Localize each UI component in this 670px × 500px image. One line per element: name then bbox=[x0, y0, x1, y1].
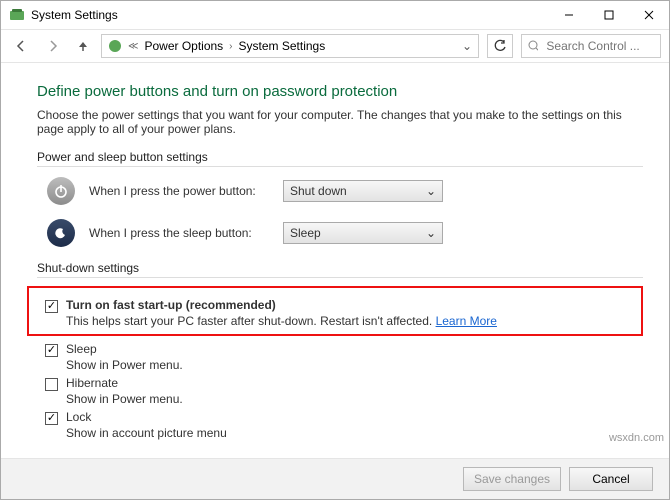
hibernate-option-row: Hibernate Show in Power menu. bbox=[45, 376, 643, 406]
lock-option-desc: Show in account picture menu bbox=[66, 426, 227, 440]
chevron-down-icon: ⌄ bbox=[426, 184, 436, 198]
forward-button[interactable] bbox=[41, 34, 65, 58]
breadcrumb-level2[interactable]: System Settings bbox=[239, 39, 326, 53]
sleep-button-row: When I press the sleep button: Sleep ⌄ bbox=[47, 219, 643, 247]
maximize-button[interactable] bbox=[589, 1, 629, 29]
control-panel-icon bbox=[9, 7, 25, 23]
fast-startup-highlight: Turn on fast start-up (recommended) This… bbox=[27, 286, 643, 336]
power-button-dropdown[interactable]: Shut down ⌄ bbox=[283, 180, 443, 202]
window-controls bbox=[549, 1, 669, 29]
footer: Save changes Cancel bbox=[1, 458, 669, 499]
sleep-checkbox[interactable] bbox=[45, 344, 58, 357]
page-description: Choose the power settings that you want … bbox=[37, 108, 643, 136]
breadcrumb-sep-icon: ≪ bbox=[128, 41, 138, 52]
lock-checkbox[interactable] bbox=[45, 412, 58, 425]
watermark: wsxdn.com bbox=[609, 432, 664, 444]
breadcrumb-bar[interactable]: ≪ Power Options › System Settings ⌄ bbox=[101, 34, 479, 58]
sleep-button-label: When I press the sleep button: bbox=[89, 226, 269, 240]
search-box[interactable] bbox=[521, 34, 661, 58]
hibernate-option-desc: Show in Power menu. bbox=[66, 392, 183, 406]
window: System Settings ≪ Power Options › System… bbox=[0, 0, 670, 500]
back-button[interactable] bbox=[9, 34, 33, 58]
minimize-button[interactable] bbox=[549, 1, 589, 29]
hibernate-option-title: Hibernate bbox=[66, 376, 183, 390]
search-input[interactable] bbox=[544, 38, 654, 54]
power-icon bbox=[47, 177, 75, 205]
chevron-down-icon[interactable]: ⌄ bbox=[462, 39, 472, 53]
page-heading: Define power buttons and turn on passwor… bbox=[37, 83, 643, 100]
save-changes-button[interactable]: Save changes bbox=[463, 467, 561, 491]
refresh-button[interactable] bbox=[487, 34, 513, 58]
learn-more-link[interactable]: Learn More bbox=[436, 314, 497, 328]
up-button[interactable] bbox=[73, 36, 93, 56]
power-button-row: When I press the power button: Shut down… bbox=[47, 177, 643, 205]
fast-startup-desc: This helps start your PC faster after sh… bbox=[66, 314, 497, 328]
lock-option-row: Lock Show in account picture menu bbox=[45, 410, 643, 440]
lock-option-title: Lock bbox=[66, 410, 227, 424]
fast-startup-title: Turn on fast start-up (recommended) bbox=[66, 298, 497, 312]
dropdown-value: Sleep bbox=[290, 226, 321, 240]
window-title: System Settings bbox=[31, 8, 549, 22]
toolbar: ≪ Power Options › System Settings ⌄ bbox=[1, 29, 669, 63]
search-icon bbox=[528, 40, 538, 52]
fast-startup-checkbox[interactable] bbox=[45, 300, 58, 313]
power-button-label: When I press the power button: bbox=[89, 184, 269, 198]
power-options-icon bbox=[108, 39, 122, 53]
titlebar: System Settings bbox=[1, 1, 669, 29]
power-sleep-section-label: Power and sleep button settings bbox=[37, 150, 643, 167]
sleep-icon bbox=[47, 219, 75, 247]
shutdown-section-label: Shut-down settings bbox=[37, 261, 643, 278]
content-area: Define power buttons and turn on passwor… bbox=[1, 63, 669, 458]
breadcrumb-level1[interactable]: Power Options bbox=[144, 39, 223, 53]
close-button[interactable] bbox=[629, 1, 669, 29]
sleep-option-desc: Show in Power menu. bbox=[66, 358, 183, 372]
sleep-option-title: Sleep bbox=[66, 342, 183, 356]
sleep-button-dropdown[interactable]: Sleep ⌄ bbox=[283, 222, 443, 244]
chevron-down-icon: ⌄ bbox=[426, 226, 436, 240]
dropdown-value: Shut down bbox=[290, 184, 347, 198]
sleep-option-row: Sleep Show in Power menu. bbox=[45, 342, 643, 372]
hibernate-checkbox[interactable] bbox=[45, 378, 58, 391]
cancel-button[interactable]: Cancel bbox=[569, 467, 653, 491]
chevron-right-icon: › bbox=[229, 41, 232, 52]
fast-startup-row: Turn on fast start-up (recommended) This… bbox=[45, 298, 633, 328]
